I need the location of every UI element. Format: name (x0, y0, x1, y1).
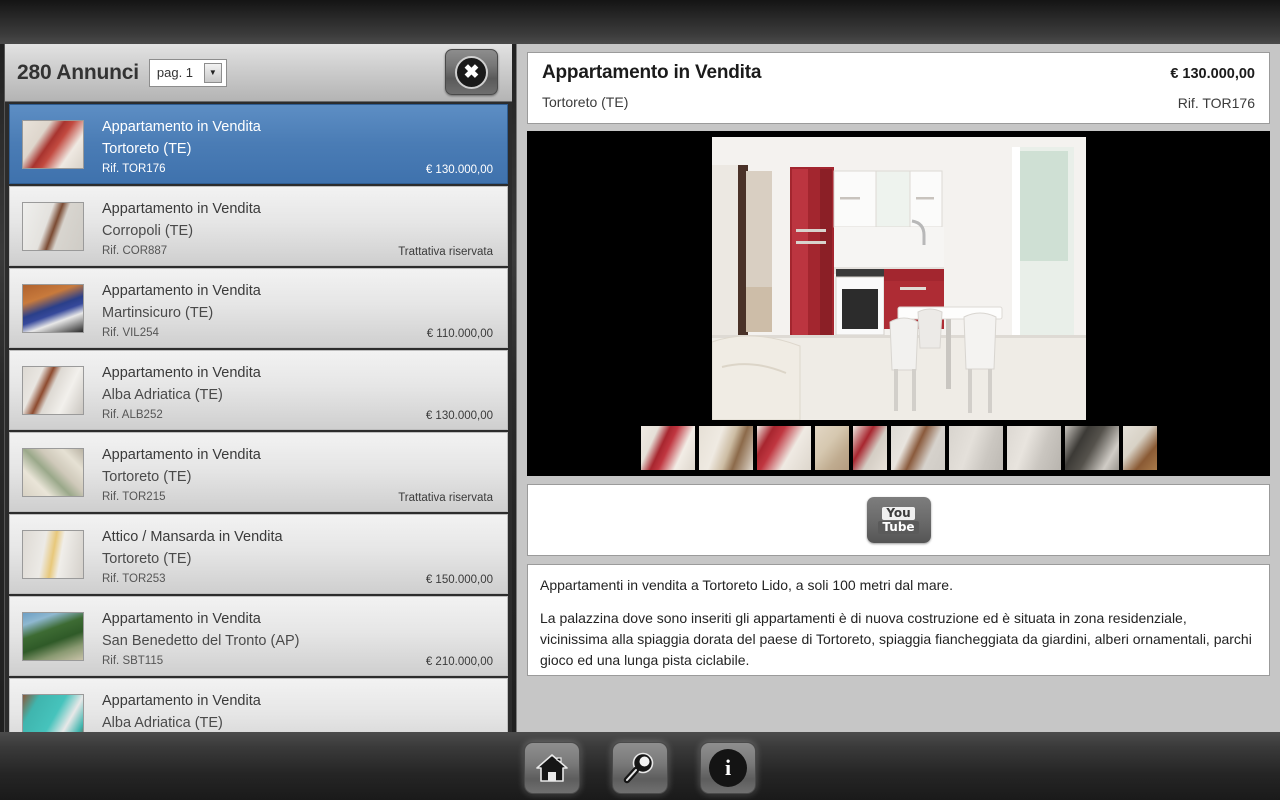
list-item[interactable]: Appartamento in Vendita Tortoreto (TE) R… (9, 432, 508, 512)
home-button[interactable] (524, 742, 580, 794)
listing-text: Appartamento in Vendita Corropoli (TE) R… (102, 194, 507, 258)
listing-place: Alba Adriatica (TE) (102, 387, 223, 403)
listing-thumbnail (22, 365, 84, 415)
bottom-toolbar: i (0, 738, 1280, 798)
home-icon (536, 754, 568, 782)
detail-panel: Appartamento in Vendita Tortoreto (TE) €… (516, 44, 1280, 732)
listing-title: Appartamento in Vendita (102, 693, 261, 709)
listing-text: Attico / Mansarda in Vendita Tortoreto (… (102, 522, 507, 586)
detail-header: Appartamento in Vendita Tortoreto (TE) €… (527, 52, 1270, 124)
listing-text: Appartamento in Vendita San Benedetto de… (102, 604, 507, 668)
photo-gallery (527, 131, 1270, 476)
detail-place: Tortoreto (TE) (542, 94, 629, 110)
gallery-thumbnail[interactable] (852, 426, 887, 470)
list-item[interactable]: Appartamento in Vendita Martinsicuro (TE… (9, 268, 508, 348)
list-item[interactable]: Appartamento in Vendita Tortoreto (TE) R… (9, 104, 508, 184)
description-section: Appartamenti in vendita a Tortoreto Lido… (527, 564, 1270, 676)
page-selector[interactable]: pag. 1 ▼ (148, 58, 227, 87)
listing-text: Appartamento in Vendita Tortoreto (TE) R… (102, 440, 507, 504)
magnifier-icon (623, 752, 654, 784)
listing-title: Appartamento in Vendita (102, 447, 261, 463)
listing-place: Tortoreto (TE) (102, 551, 192, 567)
listings-header: 280 Annunci pag. 1 ▼ ✖ (5, 44, 512, 102)
gallery-thumbnail[interactable] (1122, 426, 1157, 470)
listing-price: € 110.000,00 (426, 328, 493, 340)
listing-price: € 130.000,00 (425, 164, 493, 176)
listing-title: Appartamento in Vendita (102, 611, 261, 627)
youtube-you-label: You (882, 506, 915, 520)
page-selector-value: pag. 1 (156, 65, 194, 80)
list-item[interactable]: Appartamento in Vendita Alba Adriatica (… (9, 350, 508, 430)
listing-text: Appartamento in Vendita Martinsicuro (TE… (102, 276, 507, 340)
thumbnail-strip[interactable] (528, 426, 1269, 470)
listing-title: Appartamento in Vendita (102, 365, 261, 381)
listing-title: Appartamento in Vendita (102, 201, 261, 217)
listing-title: Appartamento in Vendita (102, 119, 261, 135)
listing-thumbnail (22, 529, 84, 579)
list-item[interactable]: Appartamento in Vendita Alba Adriatica (… (9, 678, 508, 732)
listing-price: Trattativa riservata (398, 492, 493, 504)
description-paragraph-1: Appartamenti in vendita a Tortoreto Lido… (540, 577, 953, 593)
gallery-thumbnail[interactable] (890, 426, 945, 470)
listing-place: San Benedetto del Tronto (AP) (102, 633, 300, 649)
listing-thumbnail (22, 201, 84, 251)
listing-place: Alba Adriatica (TE) (102, 715, 223, 731)
listing-place: Martinsicuro (TE) (102, 305, 214, 321)
listing-place: Corropoli (TE) (102, 223, 194, 239)
detail-ref: Rif. TOR176 (1177, 95, 1255, 111)
listing-text: Appartamento in Vendita Alba Adriatica (… (102, 358, 507, 422)
youtube-tube-label: Tube (878, 520, 919, 534)
gallery-thumbnail[interactable] (1064, 426, 1119, 470)
search-button[interactable] (612, 742, 668, 794)
description-paragraph-2: La palazzina dove sono inseriti gli appa… (540, 610, 1252, 668)
close-button[interactable]: ✖ (445, 49, 498, 95)
listing-price: Trattativa riservata (398, 246, 493, 258)
listing-thumbnail (22, 283, 84, 333)
listing-thumbnail (22, 447, 84, 497)
listings-scroll-area[interactable]: Appartamento in Vendita Tortoreto (TE) R… (5, 102, 512, 732)
info-button[interactable]: i (700, 742, 756, 794)
detail-price: € 130.000,00 (1170, 66, 1255, 82)
listing-thumbnail (22, 693, 84, 732)
description-spacer (540, 596, 1257, 608)
listing-thumbnail (22, 119, 84, 169)
list-item[interactable]: Appartamento in Vendita San Benedetto de… (9, 596, 508, 676)
apartment-kitchen-photo (711, 137, 1086, 420)
listings-panel: 280 Annunci pag. 1 ▼ ✖ Appartamento in V… (4, 44, 512, 732)
main-photo[interactable] (711, 137, 1086, 420)
list-item[interactable]: Attico / Mansarda in Vendita Tortoreto (… (9, 514, 508, 594)
listing-price: € 130.000,00 (425, 410, 493, 422)
listing-price: € 150.000,00 (425, 574, 493, 586)
listing-text: Appartamento in Vendita Tortoreto (TE) R… (102, 112, 507, 176)
gallery-thumbnail[interactable] (814, 426, 849, 470)
listing-title: Attico / Mansarda in Vendita (102, 529, 283, 545)
chevron-down-icon[interactable]: ▼ (203, 62, 222, 83)
youtube-icon[interactable]: You Tube (866, 497, 931, 543)
listing-thumbnail (22, 611, 84, 661)
detail-title: Appartamento in Vendita (542, 62, 762, 83)
gallery-thumbnail[interactable] (640, 426, 695, 470)
listing-place: Tortoreto (TE) (102, 469, 192, 485)
gallery-thumbnail[interactable] (698, 426, 753, 470)
info-icon: i (709, 749, 747, 787)
listing-place: Tortoreto (TE) (102, 141, 192, 157)
close-icon: ✖ (455, 55, 488, 89)
listing-price: € 210.000,00 (425, 656, 493, 668)
gallery-thumbnail[interactable] (948, 426, 1003, 470)
list-item[interactable]: Appartamento in Vendita Corropoli (TE) R… (9, 186, 508, 266)
listing-text: Appartamento in Vendita Alba Adriatica (… (102, 686, 507, 732)
listing-title: Appartamento in Vendita (102, 283, 261, 299)
gallery-thumbnail[interactable] (756, 426, 811, 470)
window-titlebar (0, 0, 1280, 44)
results-count-label: 280 Annunci (17, 60, 139, 84)
gallery-thumbnail[interactable] (1006, 426, 1061, 470)
video-section: You Tube (527, 484, 1270, 556)
